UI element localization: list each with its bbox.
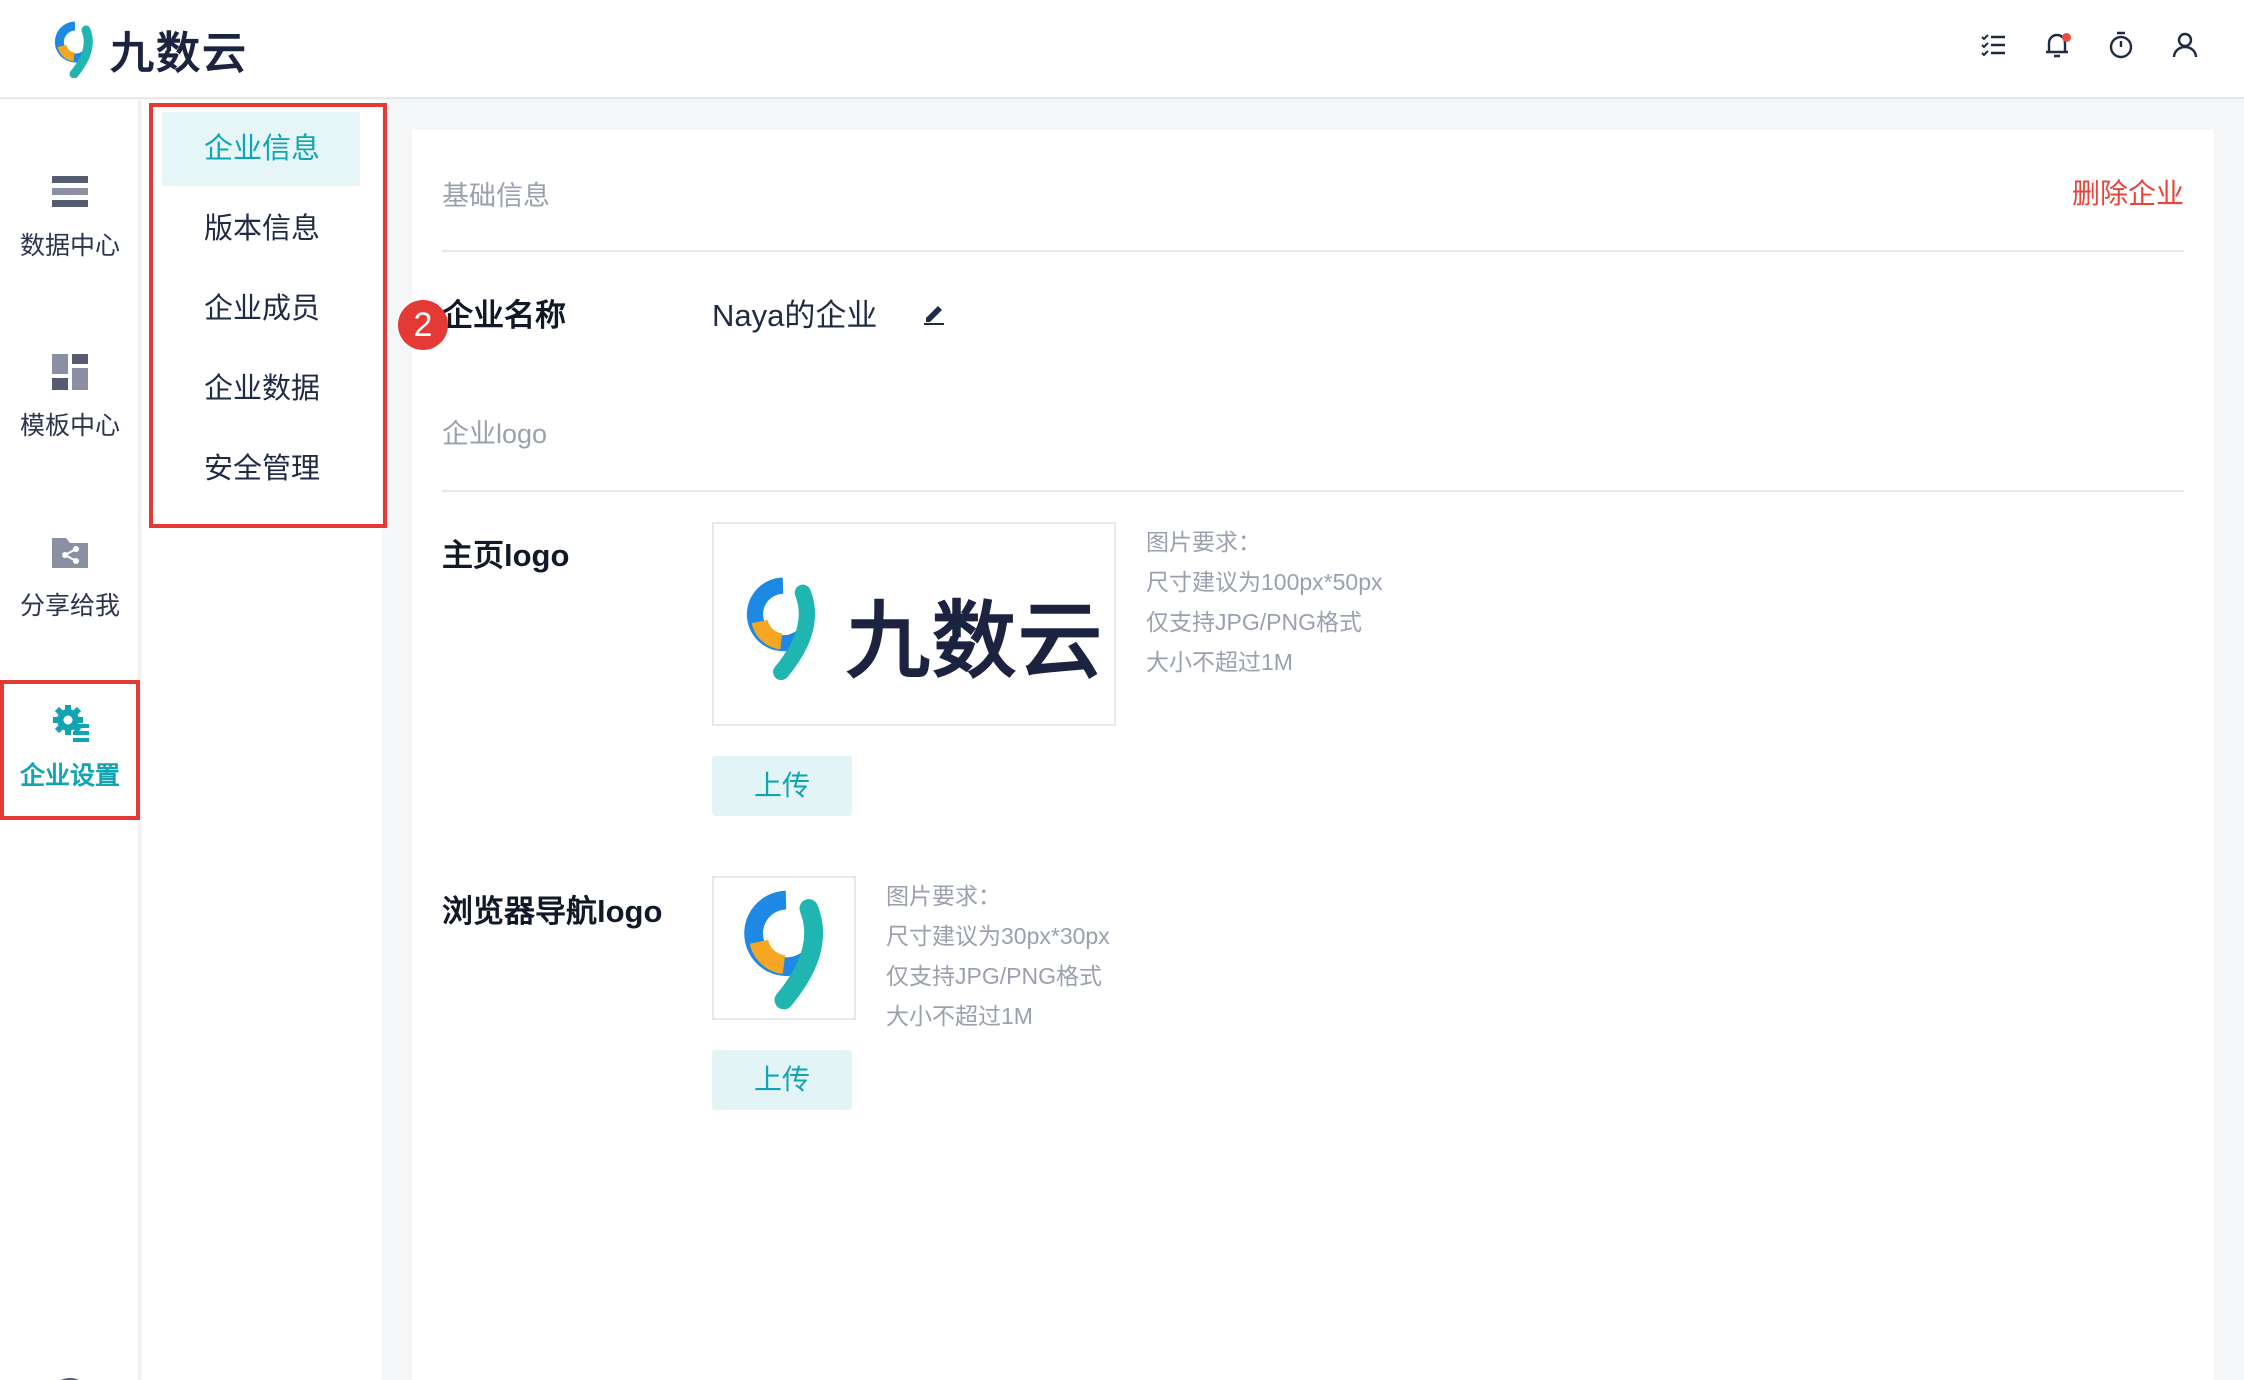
subnav-item-enterprise-data[interactable]: 企业数据: [162, 352, 360, 426]
task-list-icon[interactable]: [1978, 30, 2008, 64]
bell-icon[interactable]: [2042, 30, 2072, 64]
favicon-logo-label: 浏览器导航logo: [442, 894, 663, 929]
divider: [442, 250, 2184, 252]
company-name-label: 企业名称: [442, 298, 566, 333]
divider: [442, 490, 2184, 492]
basic-info-title: 基础信息: [442, 181, 550, 211]
sidebar-item-label: 分享给我: [19, 592, 120, 620]
sub-nav: 企业信息 版本信息 企业成员 企业数据 安全管理: [142, 100, 387, 1380]
step-badge-2: 2: [398, 300, 448, 350]
req-line: 图片要求：: [886, 883, 1001, 909]
subnav-item-enterprise-info[interactable]: 企业信息: [162, 112, 360, 186]
timer-icon[interactable]: [2106, 30, 2136, 64]
favicon-logo-upload-button[interactable]: 上传: [712, 1050, 852, 1110]
req-line: 尺寸建议为100px*50px: [1146, 569, 1383, 595]
logo-text: 九数云: [846, 594, 1105, 688]
req-line: 尺寸建议为30px*30px: [886, 923, 1110, 949]
edit-icon[interactable]: [920, 298, 948, 326]
logo-section-title: 企业logo: [442, 419, 548, 449]
homepage-logo-label: 主页logo: [442, 538, 570, 573]
left-sidebar: 数据中心 模板中心 分享给我 企业设置 ?: [0, 100, 140, 1380]
logo-mark-icon: [746, 577, 815, 681]
notification-dot: [2062, 33, 2071, 42]
favicon-logo-preview: [712, 876, 856, 1020]
sidebar-item-data-center[interactable]: 数据中心: [0, 150, 140, 280]
favicon-logo-requirements: 图片要求： 尺寸建议为30px*30px 仅支持JPG/PNG格式 大小不超过1…: [886, 876, 1110, 1036]
sidebar-item-enterprise-settings[interactable]: 企业设置: [0, 680, 140, 820]
user-icon[interactable]: [2170, 30, 2200, 64]
req-line: 大小不超过1M: [1146, 649, 1293, 675]
req-line: 仅支持JPG/PNG格式: [886, 963, 1102, 989]
homepage-logo-requirements: 图片要求： 尺寸建议为100px*50px 仅支持JPG/PNG格式 大小不超过…: [1146, 522, 1383, 682]
sidebar-item-label: 数据中心: [19, 232, 120, 260]
homepage-logo-upload-button[interactable]: 上传: [712, 756, 852, 816]
req-line: 大小不超过1M: [886, 1003, 1033, 1029]
sidebar-item-shared-with-me[interactable]: 分享给我: [0, 510, 140, 640]
brand-name: 九数云: [110, 29, 248, 78]
brand-logo[interactable]: 九数云: [50, 18, 248, 80]
database-icon: [52, 176, 88, 207]
sidebar-item-label: 模板中心: [19, 412, 120, 440]
subnav-item-version-info[interactable]: 版本信息: [162, 192, 360, 266]
delete-enterprise-link[interactable]: 删除企业: [2072, 172, 2184, 212]
favicon-mark-icon: [744, 890, 823, 1010]
req-line: 仅支持JPG/PNG格式: [1146, 609, 1362, 635]
subnav-item-members[interactable]: 企业成员: [162, 272, 360, 346]
main-panel: 基础信息 删除企业 企业名称 Naya的企业 企业logo 主页logo 九数云…: [412, 130, 2214, 1380]
company-name-value: Naya的企业: [712, 298, 878, 333]
sidebar-item-template-center[interactable]: 模板中心: [0, 330, 140, 460]
req-line: 图片要求：: [1146, 529, 1261, 555]
subnav-item-security[interactable]: 安全管理: [162, 432, 360, 506]
settings-icon: [53, 705, 89, 742]
template-icon: [52, 354, 88, 390]
top-icons: [1978, 30, 2200, 64]
brand-mark-icon: [54, 21, 93, 78]
share-folder-icon: [52, 538, 88, 568]
homepage-logo-preview: 九数云: [712, 522, 1116, 726]
top-bar: 九数云: [0, 0, 2244, 99]
sidebar-item-label: 企业设置: [19, 762, 120, 790]
